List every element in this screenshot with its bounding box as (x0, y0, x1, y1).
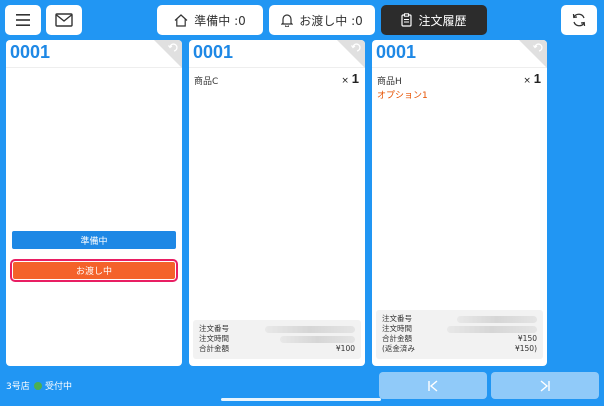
tab-handing-over[interactable]: お渡し中 :0 (269, 5, 375, 35)
menu-icon (16, 14, 30, 26)
total-value: ¥100 (335, 344, 355, 353)
first-page-button[interactable] (379, 372, 487, 399)
tab-preparing[interactable]: 準備中 :0 (157, 5, 263, 35)
mail-button[interactable] (46, 5, 82, 35)
item-quantity: × 1 (341, 71, 359, 86)
item-name: 商品H (377, 77, 402, 87)
home-icon (174, 13, 188, 27)
skip-to-first-icon (428, 379, 438, 392)
order-time-label: 注文時間 (382, 324, 412, 333)
status-label: 受付中 (45, 382, 73, 392)
redacted-order-time (280, 336, 355, 343)
order-number: 0001 (193, 42, 234, 62)
refresh-icon (572, 13, 586, 27)
quantity-prefix: × (341, 76, 349, 86)
preparing-button[interactable]: 準備中 (12, 231, 176, 249)
tab-order-history-label: 注文履歴 (418, 13, 467, 28)
skip-to-last-icon (540, 379, 550, 392)
menu-button[interactable] (5, 5, 41, 35)
undo-corner-icon[interactable] (337, 40, 365, 68)
order-time-label: 注文時間 (199, 334, 229, 343)
store-name: 3号店 (6, 382, 30, 392)
quantity-value: 1 (533, 71, 541, 86)
order-card: 0001 商品H × 1 オプション1 注文番号 注文時間 合計金額 ¥150 … (372, 40, 547, 366)
item-name: 商品C (194, 77, 219, 87)
redacted-order-number (457, 316, 537, 323)
reception-status: 受付中 (34, 379, 72, 392)
clipboard-icon (401, 13, 413, 27)
order-card: 0001 商品C × 1 注文番号 注文時間 合計金額 ¥100 (189, 40, 365, 366)
undo-corner-icon[interactable] (154, 40, 182, 68)
item-quantity: × 1 (523, 71, 541, 86)
undo-corner-icon[interactable] (519, 40, 547, 68)
redacted-order-time (447, 326, 537, 333)
order-info-box: 注文番号 注文時間 合計金額 ¥150 (返金済み ¥150) (376, 310, 543, 359)
last-page-button[interactable] (491, 372, 599, 399)
mail-icon (55, 13, 73, 27)
total-label: 合計金額 (382, 334, 412, 343)
quantity-value: 1 (351, 71, 359, 86)
refund-label: (返金済み (382, 344, 415, 353)
home-indicator[interactable] (221, 398, 381, 401)
quantity-prefix: × (523, 76, 531, 86)
order-number-label: 注文番号 (382, 314, 412, 323)
total-value: ¥150 (517, 334, 537, 343)
order-number: 0001 (376, 42, 417, 62)
status-dot-icon (34, 381, 42, 390)
handoff-button[interactable]: お渡し中 (13, 262, 175, 279)
tab-preparing-label: 準備中 :0 (194, 13, 246, 28)
order-number: 0001 (10, 42, 51, 62)
tab-handing-over-label: お渡し中 :0 (299, 13, 363, 28)
item-option: オプション1 (377, 91, 428, 101)
tab-order-history[interactable]: 注文履歴 (381, 5, 487, 35)
handoff-button-focus: お渡し中 (10, 259, 178, 282)
bell-icon (281, 14, 294, 27)
order-card: 0001 準備中 お渡し中 (6, 40, 182, 366)
order-info-box: 注文番号 注文時間 合計金額 ¥100 (193, 320, 361, 359)
redacted-order-number (265, 326, 355, 333)
order-number-label: 注文番号 (199, 324, 229, 333)
refresh-button[interactable] (561, 5, 597, 35)
refund-value: ¥150) (514, 344, 537, 353)
total-label: 合計金額 (199, 344, 229, 353)
